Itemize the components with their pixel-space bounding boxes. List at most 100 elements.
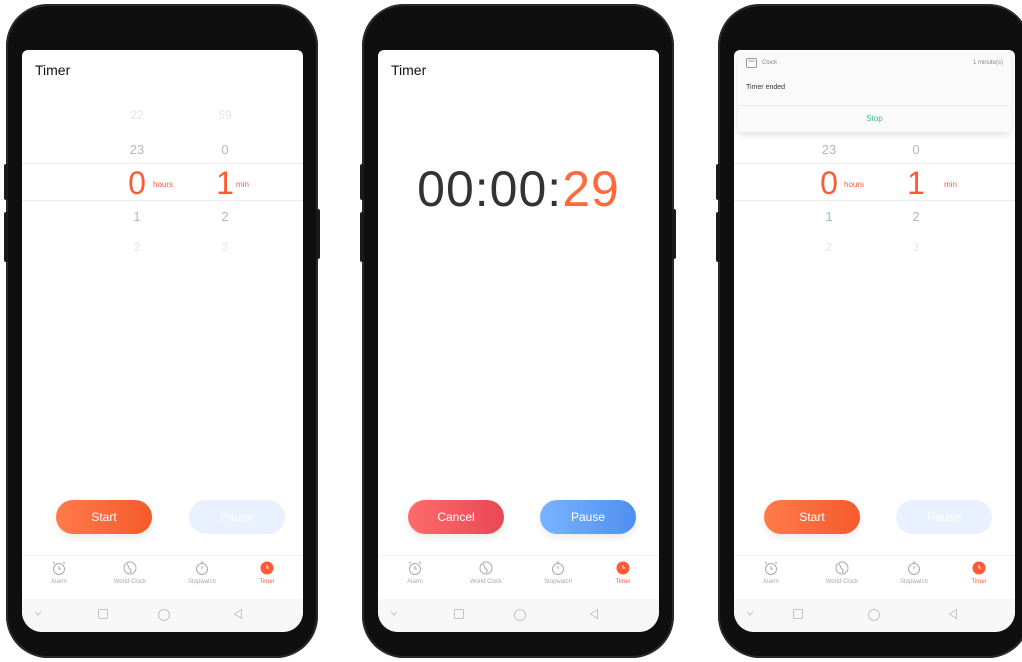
minutes-option[interactable]: 2 [205,209,245,224]
volume-button [716,164,720,200]
recents-icon[interactable] [97,608,109,620]
start-button[interactable]: Start [56,500,152,534]
tab-world-clock[interactable]: World Clock [807,560,877,585]
page-title: Timer [35,62,71,78]
hours-unit-label: hours [153,180,174,189]
notification-app-name: Clock [762,60,778,66]
hours-unit-label: hours [844,180,865,189]
chevron-down-icon[interactable] [746,611,754,617]
tab-world-clock[interactable]: World Clock [451,560,521,585]
countdown-display: 00:00:29 [378,160,659,218]
picker-divider [22,200,303,201]
clock-app-icon [746,58,757,68]
back-icon[interactable] [947,608,959,620]
tab-bar: Alarm World Clock Stopwatch Timer [734,555,1015,600]
tab-bar: Alarm World Clock Stopwatch Timer [22,555,303,600]
hours-selected[interactable]: 0 [809,167,849,199]
volume-button [4,212,8,262]
tab-label: Timer [615,579,631,585]
alarm-icon [764,561,778,575]
tab-label: Timer [971,579,987,585]
tab-alarm[interactable]: Alarm [24,560,94,585]
volume-button [716,212,720,262]
minutes-option[interactable]: 3 [896,240,936,254]
tab-stopwatch[interactable]: Stopwatch [523,560,593,585]
stopwatch-icon [908,561,920,575]
cancel-button[interactable]: Cancel [408,500,504,534]
picker-divider [734,163,1015,164]
tab-timer[interactable]: Timer [232,560,302,585]
tab-timer[interactable]: Timer [588,560,658,585]
hours-option[interactable]: 23 [117,142,157,157]
notification-message: Timer ended [746,84,786,91]
home-icon[interactable] [513,608,527,622]
minutes-option[interactable]: 0 [205,142,245,157]
tab-alarm[interactable]: Alarm [736,560,806,585]
tab-alarm[interactable]: Alarm [380,560,450,585]
system-nav-bar [378,599,659,632]
minutes-selected[interactable]: 1 [896,167,936,199]
phone-timer-ended: 23 0 1 2 hours 0 1 2 3 min Clock 1 minut… [716,4,1022,658]
power-button [672,209,676,259]
system-nav-bar [22,599,303,632]
tab-world-clock[interactable]: World Clock [95,560,165,585]
screen: 23 0 1 2 hours 0 1 2 3 min Clock 1 minut… [734,50,1015,632]
stopwatch-icon [196,561,208,575]
stop-button[interactable]: Stop [738,105,1011,132]
hours-option[interactable]: 2 [117,240,157,254]
volume-button [4,164,8,200]
hours-option[interactable]: 22 [117,108,157,122]
pause-button[interactable]: Pause [896,500,992,534]
recents-icon[interactable] [792,608,804,620]
chevron-down-icon[interactable] [390,611,398,617]
tab-label: Stopwatch [899,579,929,585]
notification-time: 1 minute(s) [972,60,1003,66]
minutes-option[interactable]: 59 [205,108,245,122]
minutes-option[interactable]: 2 [896,209,936,224]
globe-icon [479,561,493,575]
minutes-option[interactable]: 3 [205,240,245,254]
pause-button[interactable]: Pause [540,500,636,534]
screen: Timer 22 23 0 1 2 hours 59 0 1 2 3 min S… [22,50,303,632]
volume-button [360,212,364,262]
start-button[interactable]: Start [764,500,860,534]
alarm-icon [52,561,66,575]
hours-option[interactable]: 1 [809,209,849,224]
tab-label: Alarm [763,579,779,585]
minutes-option[interactable]: 0 [896,142,936,157]
chevron-down-icon[interactable] [34,611,42,617]
stopwatch-icon [552,561,564,575]
globe-icon [835,561,849,575]
phone-timer-setup: Timer 22 23 0 1 2 hours 59 0 1 2 3 min S… [4,4,320,658]
tab-timer[interactable]: Timer [944,560,1014,585]
notification-card[interactable]: Clock 1 minute(s) Timer ended Stop [738,52,1011,132]
phone-timer-running: Timer 00:00:29 Cancel Pause Alarm World … [360,4,676,658]
power-button [316,209,320,259]
timer-icon [972,561,986,575]
hours-option[interactable]: 2 [809,240,849,254]
screen: Timer 00:00:29 Cancel Pause Alarm World … [378,50,659,632]
tab-stopwatch[interactable]: Stopwatch [879,560,949,585]
home-icon[interactable] [867,608,881,622]
tab-stopwatch[interactable]: Stopwatch [167,560,237,585]
countdown-main: 00:00: [417,161,563,217]
alarm-icon [408,561,422,575]
timer-icon [616,561,630,575]
picker-divider [22,163,303,164]
back-icon[interactable] [588,608,600,620]
hours-selected[interactable]: 0 [117,167,157,199]
back-icon[interactable] [232,608,244,620]
recents-icon[interactable] [453,608,465,620]
tab-label: Stopwatch [543,579,573,585]
timer-icon [260,561,274,575]
countdown-seconds: 29 [562,161,620,217]
tab-label: Timer [259,579,275,585]
home-icon[interactable] [157,608,171,622]
tab-label: World Clock [469,579,503,585]
hours-option[interactable]: 1 [117,209,157,224]
system-nav-bar [734,599,1015,632]
tab-label: Alarm [51,579,67,585]
minutes-unit-label: min [236,180,249,189]
pause-button[interactable]: Pause [189,500,285,534]
hours-option[interactable]: 23 [809,142,849,157]
